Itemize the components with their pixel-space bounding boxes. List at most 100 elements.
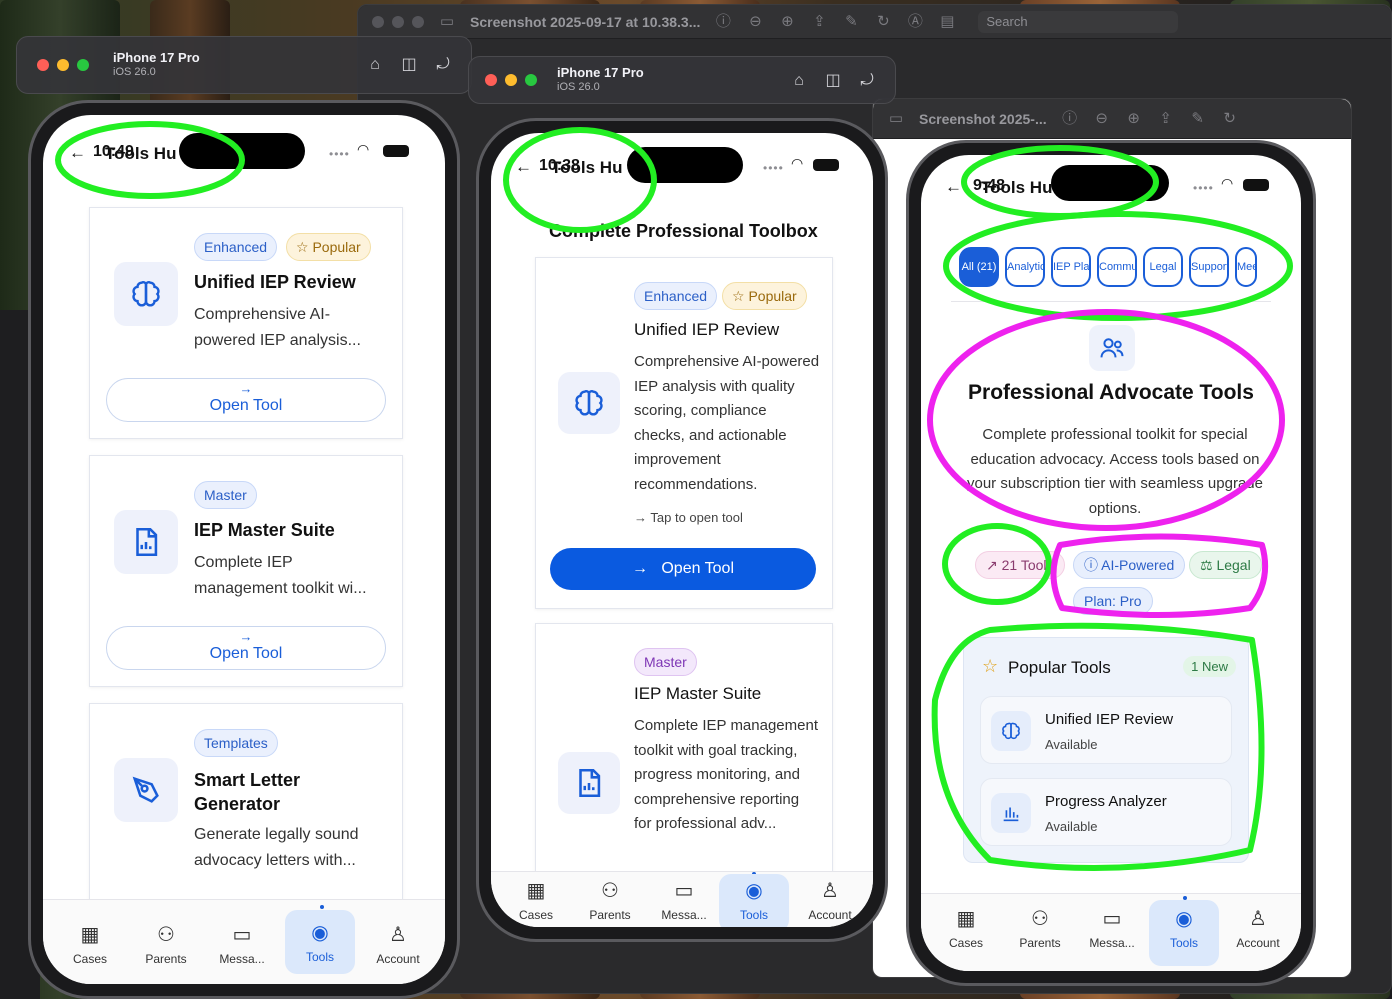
chip-meeting-support[interactable]: Meeting Support (1235, 247, 1257, 287)
os-version: iOS 26.0 (113, 66, 156, 78)
message-icon: ▭ (1102, 908, 1122, 930)
tab-cases[interactable]: ▦ Cases (931, 906, 1001, 950)
brain-icon (991, 711, 1031, 751)
people-icon: ⚇ (1031, 908, 1049, 930)
tab-cases[interactable]: ▦ Cases (55, 922, 125, 966)
tool-card[interactable]: Master IEP Master Suite Complete IEP man… (89, 455, 403, 687)
rotate-icon[interactable]: ↻ (1221, 110, 1239, 128)
screenshot-icon[interactable]: ◫ (399, 55, 419, 75)
tab-parents[interactable]: ⚇ Parents (575, 878, 645, 922)
tool-card[interactable]: Templates Smart Letter Generator Generat… (89, 703, 403, 903)
pen-icon (114, 758, 178, 822)
wifi-icon: ◠ (791, 155, 804, 171)
search-input[interactable]: Search (978, 10, 1179, 33)
open-tool-button[interactable]: → Open Tool (106, 378, 386, 422)
arrow-right-icon: → (634, 510, 651, 525)
popular-item[interactable]: Unified IEP Review Available (980, 696, 1232, 764)
screenshot-icon[interactable]: ◫ (823, 71, 843, 91)
nav-title: Tools Hu (105, 144, 177, 163)
markup-icon[interactable]: ✎ (1189, 110, 1207, 128)
card-description: Complete IEP management toolkit with goa… (634, 717, 818, 833)
tab-messages[interactable]: ▭ Messa... (649, 878, 719, 922)
share-icon[interactable]: ⇪ (1157, 110, 1175, 128)
open-tool-button[interactable]: → Open Tool (550, 548, 816, 590)
chip-iep-planning[interactable]: IEP Planning (1051, 247, 1091, 287)
tab-account[interactable]: ♙ Account (363, 922, 433, 966)
dynamic-island (627, 147, 743, 183)
chip-support[interactable]: Support (1189, 247, 1229, 287)
tab-account[interactable]: ♙ Account (795, 878, 865, 922)
chip-analytics[interactable]: Analytics (1005, 247, 1045, 287)
card-description: Complete IEP management toolkit wi... (194, 554, 367, 597)
tool-card[interactable]: Master IEP Master Suite Complete IEP man… (535, 623, 833, 883)
back-arrow-icon[interactable]: ← (515, 157, 532, 177)
annotate-icon[interactable]: Ⓐ (906, 13, 924, 31)
tab-tools[interactable]: ◉ Tools (285, 910, 355, 974)
rotate-icon[interactable]: ↻ (874, 13, 892, 31)
nav-title: Tools Hu (981, 178, 1053, 197)
chip-communication[interactable]: Communication (1097, 247, 1137, 287)
tab-parents[interactable]: ⚇ Parents (1005, 906, 1075, 950)
card-description: Comprehensive AI-powered IEP analysis wi… (634, 353, 820, 493)
nav-title: Tools Hu (551, 158, 623, 177)
window-controls[interactable] (372, 15, 424, 28)
hero-description: Complete professional toolkit for specia… (967, 426, 1263, 517)
phone-3: ← 9:48 Tools Hu •••• ◠ All (21) Analytic… (906, 140, 1316, 986)
zoom-in-icon[interactable]: ⊕ (1125, 110, 1143, 128)
markup-icon[interactable]: ✎ (842, 13, 860, 31)
rotate-icon[interactable]: ⤾ (433, 55, 453, 75)
tab-bar: ▦ Cases ⚇ Parents ▭ Messa... ◉ Tools ♙ Accoun… (921, 893, 1301, 971)
tab-parents[interactable]: ⚇ Parents (131, 922, 201, 966)
home-icon[interactable]: ⌂ (365, 55, 385, 75)
wifi-icon: ◠ (357, 141, 370, 157)
brain-icon (114, 262, 178, 326)
phone-screen: ← 10:38 Tools Hu •••• ◠ Complete Profess… (491, 133, 873, 927)
preview-title: Screenshot 2025-09-17 at 10.38.3... (470, 13, 701, 30)
zoom-out-icon[interactable]: ⊖ (746, 13, 764, 31)
popular-item-name: Unified IEP Review (1045, 711, 1174, 728)
home-icon[interactable]: ⌂ (789, 71, 809, 91)
tab-messages[interactable]: ▭ Messa... (1077, 906, 1147, 950)
window-controls[interactable] (37, 59, 89, 71)
people-icon: ⚇ (157, 924, 175, 946)
zoom-out-icon[interactable]: ⊖ (1093, 110, 1111, 128)
new-badge: 1 New (1183, 656, 1236, 677)
tool-card[interactable]: Enhanced ☆ Popular Unified IEP Review Co… (89, 207, 403, 439)
phone-screen: ← 10:49 Tools Hu •••• ◠ Enhanced ☆ Popul… (43, 115, 445, 984)
tab-tools[interactable]: ◉ Tools (719, 874, 789, 927)
sidebar-icon[interactable]: ▭ (887, 110, 905, 128)
tab-tools[interactable]: ◉ Tools (1149, 900, 1219, 966)
rotate-icon[interactable]: ⤾ (857, 71, 877, 91)
zoom-in-icon[interactable]: ⊕ (778, 13, 796, 31)
chip-legal[interactable]: Legal (1143, 247, 1183, 287)
hero-title: Professional Advocate Tools (968, 381, 1254, 404)
chip-all[interactable]: All (21) (959, 247, 999, 287)
badge-templates: Templates (194, 729, 278, 757)
sidebar-icon[interactable]: ▭ (438, 13, 456, 31)
person-icon: ♙ (1249, 908, 1267, 930)
share-icon[interactable]: ⇪ (810, 13, 828, 31)
window-controls[interactable] (485, 74, 537, 86)
stat-legal: ⚖ Legal (1189, 551, 1262, 579)
back-arrow-icon[interactable]: ← (69, 143, 86, 163)
back-arrow-icon[interactable]: ← (945, 177, 962, 197)
bar-chart-icon (991, 793, 1031, 833)
open-tool-button[interactable]: → Open Tool (106, 626, 386, 670)
popular-item-name: Progress Analyzer (1045, 793, 1167, 810)
tab-cases[interactable]: ▦ Cases (501, 878, 571, 922)
popular-item[interactable]: Progress Analyzer Available (980, 778, 1232, 846)
phone-screen: ← 9:48 Tools Hu •••• ◠ All (21) Analytic… (921, 155, 1301, 971)
info-icon[interactable]: ⓘ (1061, 110, 1079, 128)
tab-account[interactable]: ♙ Account (1223, 906, 1293, 950)
simulator-titlebar: iPhone 17 Pro iOS 26.0 ⌂ ◫ ⤾ (468, 56, 896, 104)
card-title: IEP Master Suite (194, 520, 335, 540)
stat-ai-powered: ⓘ AI-Powered (1073, 551, 1186, 579)
tab-messages[interactable]: ▭ Messa... (207, 922, 277, 966)
popular-title: Popular Tools (1008, 658, 1111, 677)
tab-bar: ▦ Cases ⚇ Parents ▭ Messa... ◉ Tools ♙ Accoun… (491, 871, 873, 927)
sign-icon[interactable]: ▤ (938, 13, 956, 31)
info-icon[interactable]: ⓘ (714, 13, 732, 31)
brain-icon (558, 372, 620, 434)
tool-card[interactable]: Enhanced ☆ Popular Unified IEP Review Co… (535, 257, 833, 609)
simulator-titlebar: iPhone 17 Pro iOS 26.0 ⌂ ◫ ⤾ (16, 36, 472, 94)
